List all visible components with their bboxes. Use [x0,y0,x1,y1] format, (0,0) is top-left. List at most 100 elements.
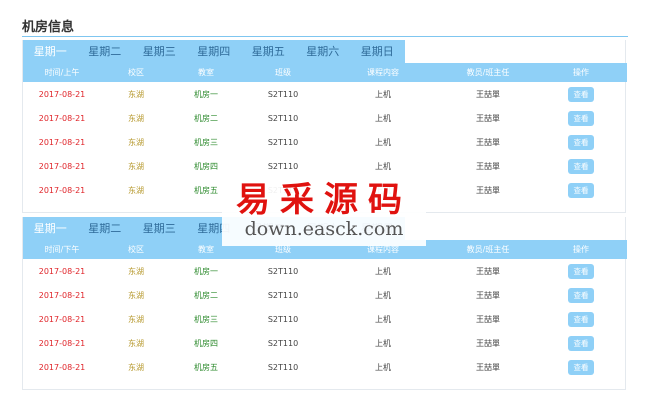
cell-content: 上机 [375,89,391,99]
view-button[interactable]: 查看 [568,183,594,199]
table-header-morning: 时间/上午 校区 教室 班级 课程内容 教员/班主任 操作 [23,63,627,82]
table-row: 2017-08-21 东湖 机房四 S2T110 上机 王喆單 查看 [23,332,627,356]
view-button[interactable]: 查看 [568,336,594,352]
cell-teacher: 王喆單 [476,290,500,300]
cell-teacher: 王喆單 [476,137,500,147]
view-button[interactable]: 查看 [568,287,594,303]
cell-date: 2017-08-21 [38,113,86,123]
cell-campus: 东湖 [128,186,144,196]
cell-date: 2017-08-21 [38,339,86,349]
cell-action: 查看 [535,86,627,102]
tab-wednesday[interactable]: 星期三 [132,217,187,240]
cell-action: 查看 [535,336,627,352]
cell-class: S2T110 [267,89,299,99]
view-button[interactable]: 查看 [568,159,594,175]
cell-action: 查看 [535,263,627,279]
cell-action: 查看 [535,311,627,327]
cell-teacher: 王喆單 [476,363,500,373]
cell-content: 上机 [375,339,391,349]
cell-teacher: 王喆單 [476,314,500,324]
cell-content: 上机 [375,266,391,276]
cell-class: S2T110 [267,266,299,276]
cell-room: 机房四 [194,339,218,349]
cell-content: 上机 [375,290,391,300]
cell-date: 2017-08-21 [38,266,86,276]
view-button[interactable]: 查看 [568,311,594,327]
col-time: 时间/下午 [44,245,80,254]
watermark-logo-text: 易采源码 [236,180,412,220]
cell-teacher: 王喆單 [476,162,500,172]
view-button[interactable]: 查看 [568,86,594,102]
cell-campus: 东湖 [128,363,144,373]
cell-room: 机房三 [194,137,218,147]
cell-room: 机房二 [194,113,218,123]
cell-room: 机房五 [194,363,218,373]
tab-monday[interactable]: 星期一 [23,40,78,63]
cell-room: 机房二 [194,290,218,300]
cell-campus: 东湖 [128,162,144,172]
cell-date: 2017-08-21 [38,89,86,99]
tab-monday[interactable]: 星期一 [23,217,78,240]
cell-class: S2T110 [267,137,299,147]
cell-campus: 东湖 [128,339,144,349]
tab-wednesday[interactable]: 星期三 [132,40,187,63]
table-row: 2017-08-21 东湖 机房三 S2T110 上机 王喆單 查看 [23,130,627,154]
cell-campus: 东湖 [128,314,144,324]
title-divider [22,36,628,37]
col-content: 课程内容 [367,68,399,77]
tab-thursday[interactable]: 星期四 [187,40,242,63]
col-class: 班级 [275,68,291,77]
col-teacher: 教员/班主任 [466,245,510,254]
tab-saturday[interactable]: 星期六 [296,40,351,63]
tab-friday[interactable]: 星期五 [241,40,296,63]
cell-date: 2017-08-21 [38,186,86,196]
watermark: 易采源码 down.easck.com [222,170,426,246]
tab-sunday[interactable]: 星期日 [350,40,405,63]
cell-content: 上机 [375,363,391,373]
cell-room: 机房一 [194,89,218,99]
view-button[interactable]: 查看 [568,134,594,150]
cell-date: 2017-08-21 [38,162,86,172]
cell-teacher: 王喆單 [476,339,500,349]
cell-teacher: 王喆單 [476,186,500,196]
view-button[interactable]: 查看 [568,110,594,126]
cell-class: S2T110 [267,314,299,324]
cell-date: 2017-08-21 [38,290,86,300]
tab-tuesday[interactable]: 星期二 [78,217,133,240]
table-row: 2017-08-21 东湖 机房五 S2T110 上机 王喆單 查看 [23,356,627,380]
cell-action: 查看 [535,110,627,126]
cell-action: 查看 [535,183,627,199]
col-campus: 校区 [128,68,144,77]
col-teacher: 教员/班主任 [466,68,510,77]
cell-class: S2T110 [267,113,299,123]
cell-date: 2017-08-21 [38,137,86,147]
cell-teacher: 王喆單 [476,113,500,123]
tab-tuesday[interactable]: 星期二 [78,40,133,63]
col-action: 操作 [573,68,589,77]
watermark-url: down.easck.com [244,218,404,240]
cell-campus: 东湖 [128,266,144,276]
table-row: 2017-08-21 东湖 机房三 S2T110 上机 王喆單 查看 [23,307,627,331]
cell-class: S2T110 [267,363,299,373]
cell-class: S2T110 [267,290,299,300]
cell-campus: 东湖 [128,290,144,300]
cell-content: 上机 [375,113,391,123]
cell-room: 机房一 [194,266,218,276]
page-title: 机房信息 [22,20,75,35]
cell-teacher: 王喆單 [476,266,500,276]
cell-action: 查看 [535,134,627,150]
view-button[interactable]: 查看 [568,263,594,279]
table-row: 2017-08-21 东湖 机房一 S2T110 上机 王喆單 查看 [23,259,627,283]
view-button[interactable]: 查看 [568,360,594,376]
col-time: 时间/上午 [44,68,80,77]
weekday-tabs-morning: 星期一 星期二 星期三 星期四 星期五 星期六 星期日 [23,40,405,63]
cell-class: S2T110 [267,339,299,349]
cell-date: 2017-08-21 [38,363,86,373]
table-row: 2017-08-21 东湖 机房二 S2T110 上机 王喆單 查看 [23,106,627,130]
cell-action: 查看 [535,287,627,303]
cell-campus: 东湖 [128,89,144,99]
cell-campus: 东湖 [128,137,144,147]
col-room: 教室 [198,68,214,77]
cell-campus: 东湖 [128,113,144,123]
cell-content: 上机 [375,314,391,324]
